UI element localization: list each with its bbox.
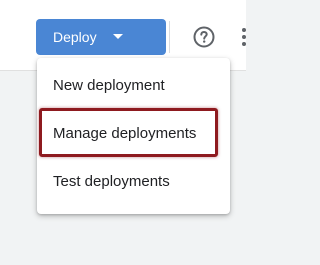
deploy-button-label: Deploy [53, 29, 97, 45]
more-vert-icon[interactable] [240, 27, 246, 47]
menu-item-test-deployments[interactable]: Test deployments [37, 158, 230, 206]
highlight-annotation-box [39, 108, 218, 157]
help-circle-icon[interactable] [193, 26, 215, 48]
menu-item-label: Test deployments [53, 173, 170, 190]
caret-down-icon [113, 34, 123, 39]
deploy-button[interactable]: Deploy [36, 19, 166, 55]
toolbar-divider [169, 21, 170, 53]
menu-item-new-deployment[interactable]: New deployment [37, 62, 230, 110]
menu-item-label: New deployment [53, 77, 165, 94]
